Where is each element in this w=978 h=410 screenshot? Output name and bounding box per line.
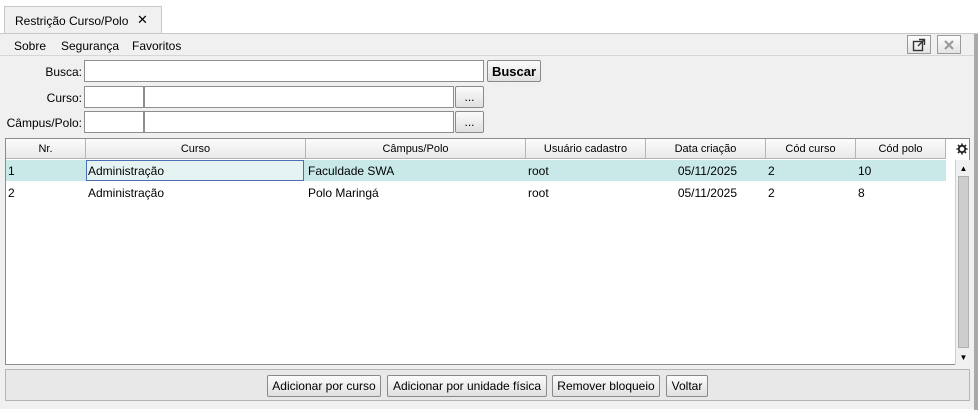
action-bar: Adicionar por curso Adicionar por unidad… bbox=[5, 369, 970, 401]
menu-seguranca[interactable]: Segurança bbox=[61, 39, 119, 53]
table-row[interactable]: 2 Administração Polo Maringá root 05/11/… bbox=[6, 182, 946, 203]
cell-cod-polo[interactable]: 8 bbox=[856, 182, 946, 203]
tab-restricao-curso-polo[interactable]: Restrição Curso/Polo ✕ bbox=[4, 6, 162, 34]
table-row[interactable]: 1 Administração Faculdade SWA root 05/11… bbox=[6, 160, 946, 181]
campus-browse-button[interactable]: ... bbox=[455, 111, 484, 133]
cell-usuario[interactable]: root bbox=[526, 182, 646, 203]
add-by-course-button[interactable]: Adicionar por curso bbox=[267, 375, 381, 397]
table-header: Nr. Curso Câmpus/Polo Usuário cadastro D… bbox=[6, 139, 946, 159]
column-header-data[interactable]: Data criação bbox=[646, 139, 766, 159]
tab-title: Restrição Curso/Polo bbox=[15, 14, 129, 28]
column-header-nr[interactable]: Nr. bbox=[6, 139, 86, 159]
curso-label: Curso: bbox=[46, 91, 82, 105]
cell-nr[interactable]: 1 bbox=[6, 160, 86, 181]
curso-name-field[interactable] bbox=[144, 86, 454, 108]
vertical-scrollbar[interactable]: ▲ ▼ bbox=[955, 160, 970, 365]
gear-icon[interactable] bbox=[954, 140, 969, 158]
tab-bar: Restrição Curso/Polo ✕ bbox=[0, 0, 978, 34]
close-icon[interactable]: ✕ bbox=[137, 12, 148, 28]
back-button[interactable]: Voltar bbox=[666, 375, 708, 397]
curso-code-field[interactable] bbox=[84, 86, 144, 108]
menu-favoritos[interactable]: Favoritos bbox=[132, 39, 181, 53]
busca-input[interactable] bbox=[84, 60, 484, 82]
window-border bbox=[974, 34, 978, 410]
column-header-campus[interactable]: Câmpus/Polo bbox=[306, 139, 526, 159]
column-header-cod-polo[interactable]: Cód polo bbox=[856, 139, 946, 159]
menu-sobre[interactable]: Sobre bbox=[14, 39, 46, 53]
column-header-curso[interactable]: Curso bbox=[86, 139, 306, 159]
cell-data[interactable]: 05/11/2025 bbox=[646, 160, 739, 181]
menu-bar: Sobre Segurança Favoritos bbox=[0, 34, 974, 56]
results-table: Nr. Curso Câmpus/Polo Usuário cadastro D… bbox=[5, 138, 970, 365]
cell-cod-curso[interactable]: 2 bbox=[766, 160, 856, 181]
popout-icon bbox=[912, 38, 926, 51]
scroll-thumb[interactable] bbox=[958, 176, 969, 348]
cell-cod-curso[interactable]: 2 bbox=[766, 182, 856, 203]
campus-name-field[interactable] bbox=[144, 111, 454, 133]
column-header-usuario[interactable]: Usuário cadastro bbox=[526, 139, 646, 159]
cell-campus[interactable]: Faculdade SWA bbox=[306, 160, 526, 181]
buscar-button[interactable]: Buscar bbox=[487, 60, 541, 82]
add-by-unit-button[interactable]: Adicionar por unidade física bbox=[387, 375, 547, 397]
close-window-icon bbox=[944, 39, 954, 50]
cell-data[interactable]: 05/11/2025 bbox=[646, 182, 739, 203]
popout-button[interactable] bbox=[907, 35, 931, 54]
campus-code-field[interactable] bbox=[84, 111, 144, 133]
cell-nr[interactable]: 2 bbox=[6, 182, 86, 203]
main-window: Sobre Segurança Favoritos Busca: Buscar … bbox=[0, 33, 978, 410]
campus-label: Câmpus/Polo: bbox=[6, 116, 82, 130]
scroll-down-icon[interactable]: ▼ bbox=[957, 350, 970, 364]
scroll-up-icon[interactable]: ▲ bbox=[957, 161, 970, 175]
column-header-cod-curso[interactable]: Cód curso bbox=[766, 139, 856, 159]
busca-label: Busca: bbox=[45, 65, 82, 79]
curso-browse-button[interactable]: ... bbox=[455, 86, 484, 108]
gear-glyph bbox=[956, 143, 967, 155]
remove-block-button[interactable]: Remover bloqueio bbox=[552, 375, 660, 397]
window-close-button[interactable] bbox=[937, 35, 961, 54]
cell-cod-polo[interactable]: 10 bbox=[856, 160, 946, 181]
cell-curso[interactable]: Administração bbox=[86, 182, 306, 203]
cell-usuario[interactable]: root bbox=[526, 160, 646, 181]
cell-curso[interactable]: Administração bbox=[86, 160, 304, 181]
cell-campus[interactable]: Polo Maringá bbox=[306, 182, 526, 203]
